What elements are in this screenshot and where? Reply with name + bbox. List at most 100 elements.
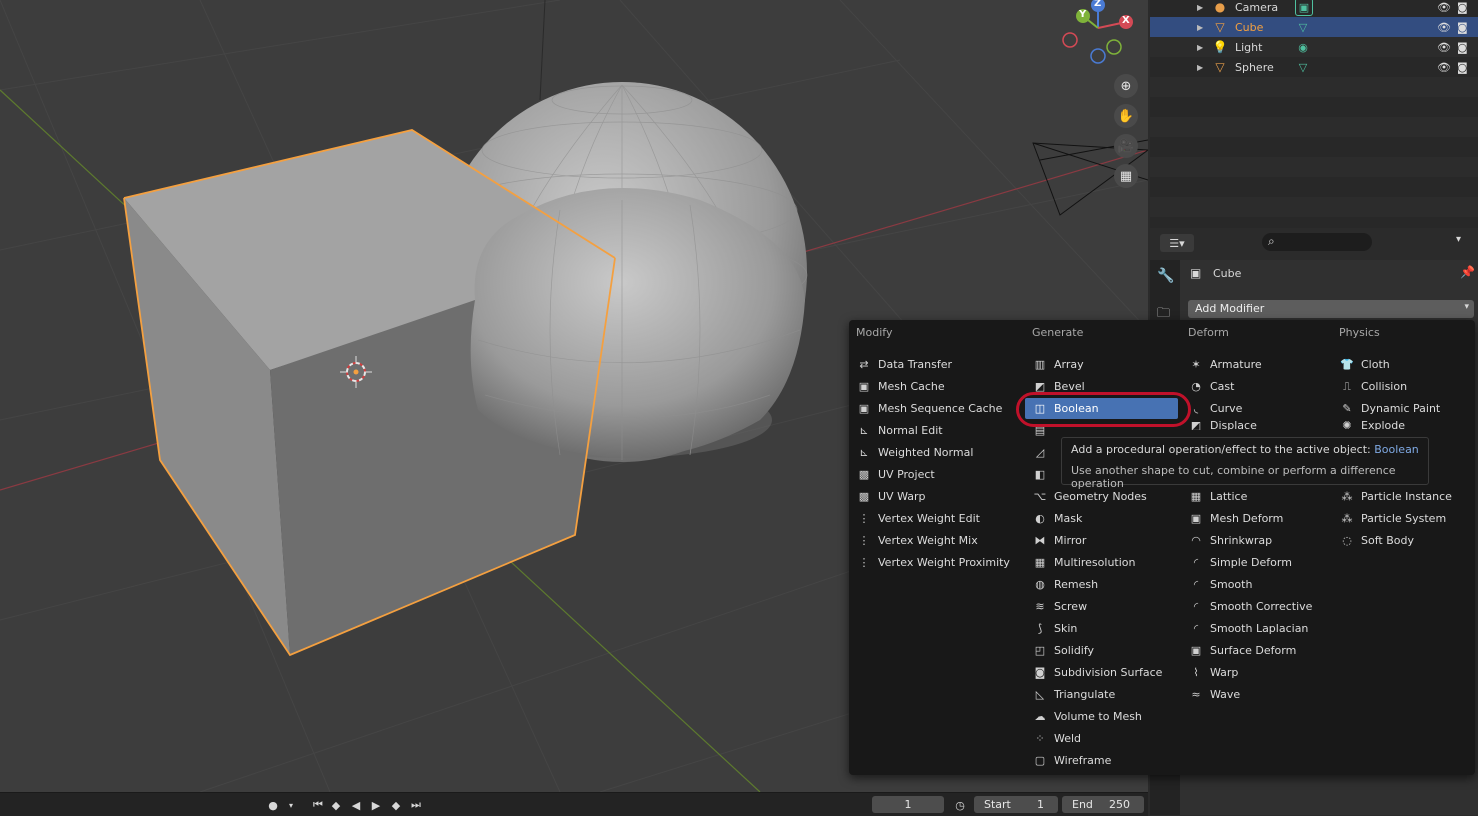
menu-item-multiresolution[interactable]: ▦ Multiresolution xyxy=(1032,552,1136,573)
menu-item-particle-system[interactable]: ⁂ Particle System xyxy=(1339,508,1447,529)
menu-item-remesh[interactable]: ◍ Remesh xyxy=(1032,574,1098,595)
menu-item-mask[interactable]: ◐ Mask xyxy=(1032,508,1082,529)
outliner-label: Light xyxy=(1235,40,1263,54)
pan-hand-icon[interactable]: ✋ xyxy=(1114,104,1138,128)
navigation-gizmo[interactable] xyxy=(1058,0,1148,70)
menu-item-collision[interactable]: ⎍ Collision xyxy=(1339,376,1407,397)
zoom-icon[interactable]: ⊕ xyxy=(1114,74,1138,98)
menu-item-curve[interactable]: ◟ Curve xyxy=(1188,398,1243,419)
menu-item-wave[interactable]: ≈ Wave xyxy=(1188,684,1240,705)
chevron-down-icon: ▾ xyxy=(1464,302,1469,312)
menu-item-volume-to-mesh[interactable]: ☁ Volume to Mesh xyxy=(1032,706,1142,727)
end-label: End xyxy=(1072,798,1093,811)
menu-item-wireframe[interactable]: ▢ Wireframe xyxy=(1032,750,1112,771)
menu-item-explode[interactable]: ✺ Explode xyxy=(1339,420,1405,430)
menu-item-smooth-corrective[interactable]: ◜ Smooth Corrective xyxy=(1188,596,1313,617)
menu-item-data-transfer[interactable]: ⇄ Data Transfer xyxy=(856,354,952,375)
menu-item-uv-project[interactable]: ▩ UV Project xyxy=(856,464,935,485)
tool-tab-icon[interactable]: 🔧 xyxy=(1157,268,1174,284)
outliner-row-sphere[interactable]: ▶ ▽ Sphere ▽ 👁 ◙ xyxy=(1150,57,1478,77)
menu-item-weld[interactable]: ⁘ Weld xyxy=(1032,728,1081,749)
visibility-eye-icon[interactable]: 👁 xyxy=(1437,41,1451,54)
next-keyframe-icon[interactable]: ◆ xyxy=(388,797,404,813)
menu-item-vertex-weight-edit[interactable]: ⋮ Vertex Weight Edit xyxy=(856,508,980,529)
menu-item-mirror[interactable]: ⧓ Mirror xyxy=(1032,530,1087,551)
visibility-eye-icon[interactable]: 👁 xyxy=(1437,1,1451,14)
menu-item-displace[interactable]: ◩ Displace xyxy=(1188,420,1257,430)
panel-options-icon[interactable]: ▾ xyxy=(1456,234,1461,245)
preview-range-icon[interactable]: ◷ xyxy=(951,797,969,813)
menu-item-uv-warp[interactable]: ▩ UV Warp xyxy=(856,486,926,507)
outliner-row-camera[interactable]: ▶ ● Camera ▣ 👁 ◙ xyxy=(1150,0,1478,17)
outliner-row-light[interactable]: ▶ 💡 Light ◉ 👁 ◙ xyxy=(1150,37,1478,57)
menu-item-label: Armature xyxy=(1210,358,1262,371)
menu-item-surface-deform[interactable]: ▣ Surface Deform xyxy=(1188,640,1297,661)
render-camera-icon[interactable]: ◙ xyxy=(1457,61,1468,74)
menu-item-smooth-laplacian[interactable]: ◜ Smooth Laplacian xyxy=(1188,618,1309,639)
menu-item-label: Wireframe xyxy=(1054,754,1112,767)
current-frame-field[interactable]: 1 xyxy=(872,796,944,813)
menu-item-weighted-normal[interactable]: ⊾ Weighted Normal xyxy=(856,442,973,463)
play-reverse-icon[interactable]: ◀ xyxy=(348,797,364,813)
menu-item-simple-deform[interactable]: ◜ Simple Deform xyxy=(1188,552,1292,573)
menu-item-label: Warp xyxy=(1210,666,1239,679)
pin-icon[interactable]: 📌 xyxy=(1460,265,1475,279)
record-dropdown-icon[interactable]: ▾ xyxy=(284,797,298,813)
menu-item-cloth[interactable]: 👕 Cloth xyxy=(1339,354,1390,375)
prev-keyframe-icon[interactable]: ◆ xyxy=(328,797,344,813)
menu-item-decimate-partial[interactable]: ◿ xyxy=(1032,442,1054,463)
menu-item-label: Collision xyxy=(1361,380,1408,393)
menu-item-armature[interactable]: ✶ Armature xyxy=(1188,354,1262,375)
menu-item-label: Dynamic Paint xyxy=(1361,402,1441,415)
menu-item-cast[interactable]: ◔ Cast xyxy=(1188,376,1234,397)
remesh-icon: ◍ xyxy=(1035,578,1045,591)
menu-item-warp[interactable]: ⌇ Warp xyxy=(1188,662,1238,683)
menu-item-shrinkwrap[interactable]: ◠ Shrinkwrap xyxy=(1188,530,1272,551)
geometry-nodes-icon: ⌥ xyxy=(1033,490,1047,503)
menu-item-label: Mesh Deform xyxy=(1210,512,1284,525)
menu-item-skin[interactable]: ⟆ Skin xyxy=(1032,618,1078,639)
menu-item-triangulate[interactable]: ◺ Triangulate xyxy=(1032,684,1115,705)
expand-arrow-icon[interactable]: ▶ xyxy=(1197,43,1203,52)
menu-item-vertex-weight-mix[interactable]: ⋮ Vertex Weight Mix xyxy=(856,530,978,551)
menu-item-mesh-cache[interactable]: ▣ Mesh Cache xyxy=(856,376,945,397)
expand-arrow-icon[interactable]: ▶ xyxy=(1197,63,1203,72)
visibility-eye-icon[interactable]: 👁 xyxy=(1437,21,1451,34)
column-header-generate: Generate xyxy=(1032,326,1084,339)
outliner-row-cube[interactable]: ▶ ▽ Cube ▽ 👁 ◙ xyxy=(1150,17,1478,37)
expand-arrow-icon[interactable]: ▶ xyxy=(1197,23,1203,32)
record-icon[interactable]: ● xyxy=(265,797,281,813)
render-camera-icon[interactable]: ◙ xyxy=(1457,1,1468,14)
menu-item-soft-body[interactable]: ◌ Soft Body xyxy=(1339,530,1414,551)
play-icon[interactable]: ▶ xyxy=(368,797,384,813)
menu-item-solidify[interactable]: ◰ Solidify xyxy=(1032,640,1094,661)
start-frame-field[interactable]: Start 1 xyxy=(974,796,1058,813)
menu-item-array[interactable]: ▥ Array xyxy=(1032,354,1084,375)
end-frame-field[interactable]: End 250 xyxy=(1062,796,1144,813)
particle-instance-icon: ⁂ xyxy=(1341,490,1353,503)
properties-search-input[interactable]: ⌕ xyxy=(1262,233,1372,251)
current-frame-value: 1 xyxy=(904,798,912,811)
menu-item-vertex-weight-proximity[interactable]: ⋮ Vertex Weight Proximity xyxy=(856,552,1010,573)
jump-end-icon[interactable]: ⏭ xyxy=(408,797,424,813)
grid-perspective-icon[interactable]: ▦ xyxy=(1114,164,1138,188)
menu-item-mesh-deform[interactable]: ▣ Mesh Deform xyxy=(1188,508,1284,529)
camera-view-icon[interactable]: 🎥 xyxy=(1114,134,1138,158)
menu-item-subdivision-surface[interactable]: ◙ Subdivision Surface xyxy=(1032,662,1163,683)
jump-start-icon[interactable]: ⏮ xyxy=(310,797,326,813)
menu-item-screw[interactable]: ≋ Screw xyxy=(1032,596,1087,617)
editor-type-button[interactable]: ☰▾ xyxy=(1160,234,1194,252)
render-camera-icon[interactable]: ◙ xyxy=(1457,21,1468,34)
add-modifier-button[interactable]: Add Modifier ▾ xyxy=(1188,300,1474,318)
menu-item-label: Mesh Cache xyxy=(878,380,945,393)
render-camera-icon[interactable]: ◙ xyxy=(1457,41,1468,54)
outliner-empty-row xyxy=(1150,77,1478,97)
menu-item-smooth[interactable]: ◜ Smooth xyxy=(1188,574,1253,595)
menu-item-edge-split-partial[interactable]: ◧ xyxy=(1032,464,1054,485)
menu-item-dynamic-paint[interactable]: ✎ Dynamic Paint xyxy=(1339,398,1440,419)
menu-item-normal-edit[interactable]: ⊾ Normal Edit xyxy=(856,420,942,441)
expand-arrow-icon[interactable]: ▶ xyxy=(1197,3,1203,12)
visibility-eye-icon[interactable]: 👁 xyxy=(1437,61,1451,74)
column-header-modify: Modify xyxy=(856,326,893,339)
menu-item-mesh-sequence-cache[interactable]: ▣ Mesh Sequence Cache xyxy=(856,398,1003,419)
